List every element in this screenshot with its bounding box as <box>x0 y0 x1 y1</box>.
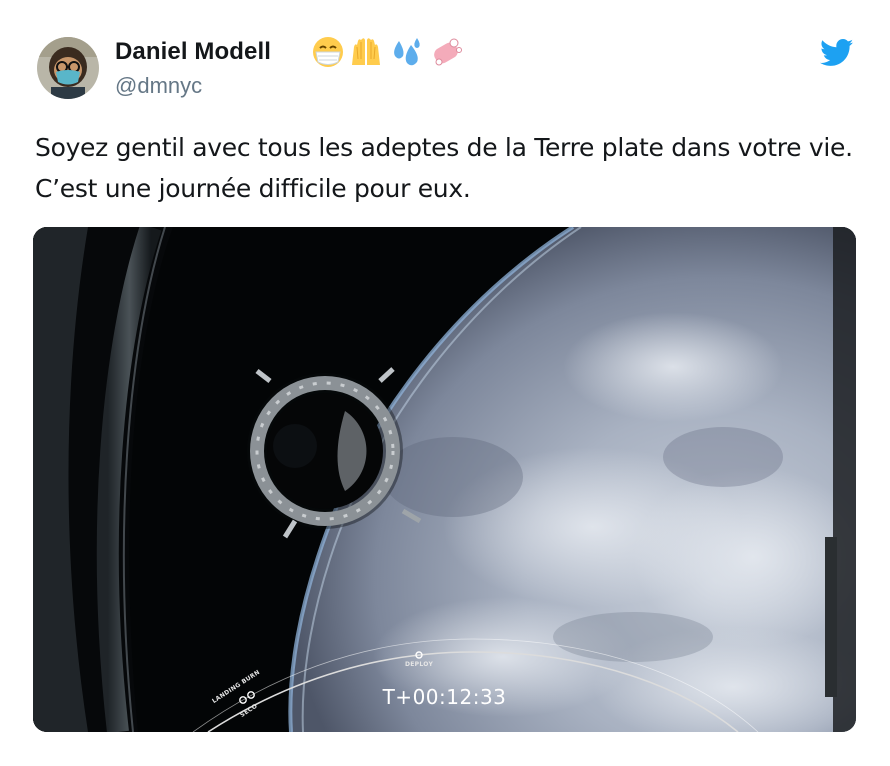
tweet-text-line: Soyez gentil avec tous les adeptes de la… <box>35 133 853 162</box>
author-display-name[interactable]: Daniel Modell <box>115 38 271 66</box>
mission-timer: T+00:12:33 <box>382 685 507 709</box>
tweet-card: Daniel Modell @dmnyc Soyez gentil avec t… <box>0 0 890 766</box>
soap-emoji <box>434 38 462 66</box>
avatar[interactable] <box>37 37 99 99</box>
sweat-droplets-emoji <box>394 38 420 66</box>
author-handle[interactable]: @dmnyc <box>115 73 202 99</box>
face-with-medical-mask-emoji <box>313 37 343 67</box>
timeline-label-deploy: DEPLOY <box>405 661 434 668</box>
raised-hands-emoji <box>352 38 380 65</box>
tweet-media-image[interactable]: DEPLOY LANDING BURN SECO T+00:12:33 <box>33 227 856 732</box>
tweet-text-line: C’est une journée difficile pour eux. <box>35 174 471 203</box>
tweet-text: Soyez gentil avec tous les adeptes de la… <box>35 127 865 209</box>
twitter-bird-icon[interactable] <box>820 39 854 67</box>
